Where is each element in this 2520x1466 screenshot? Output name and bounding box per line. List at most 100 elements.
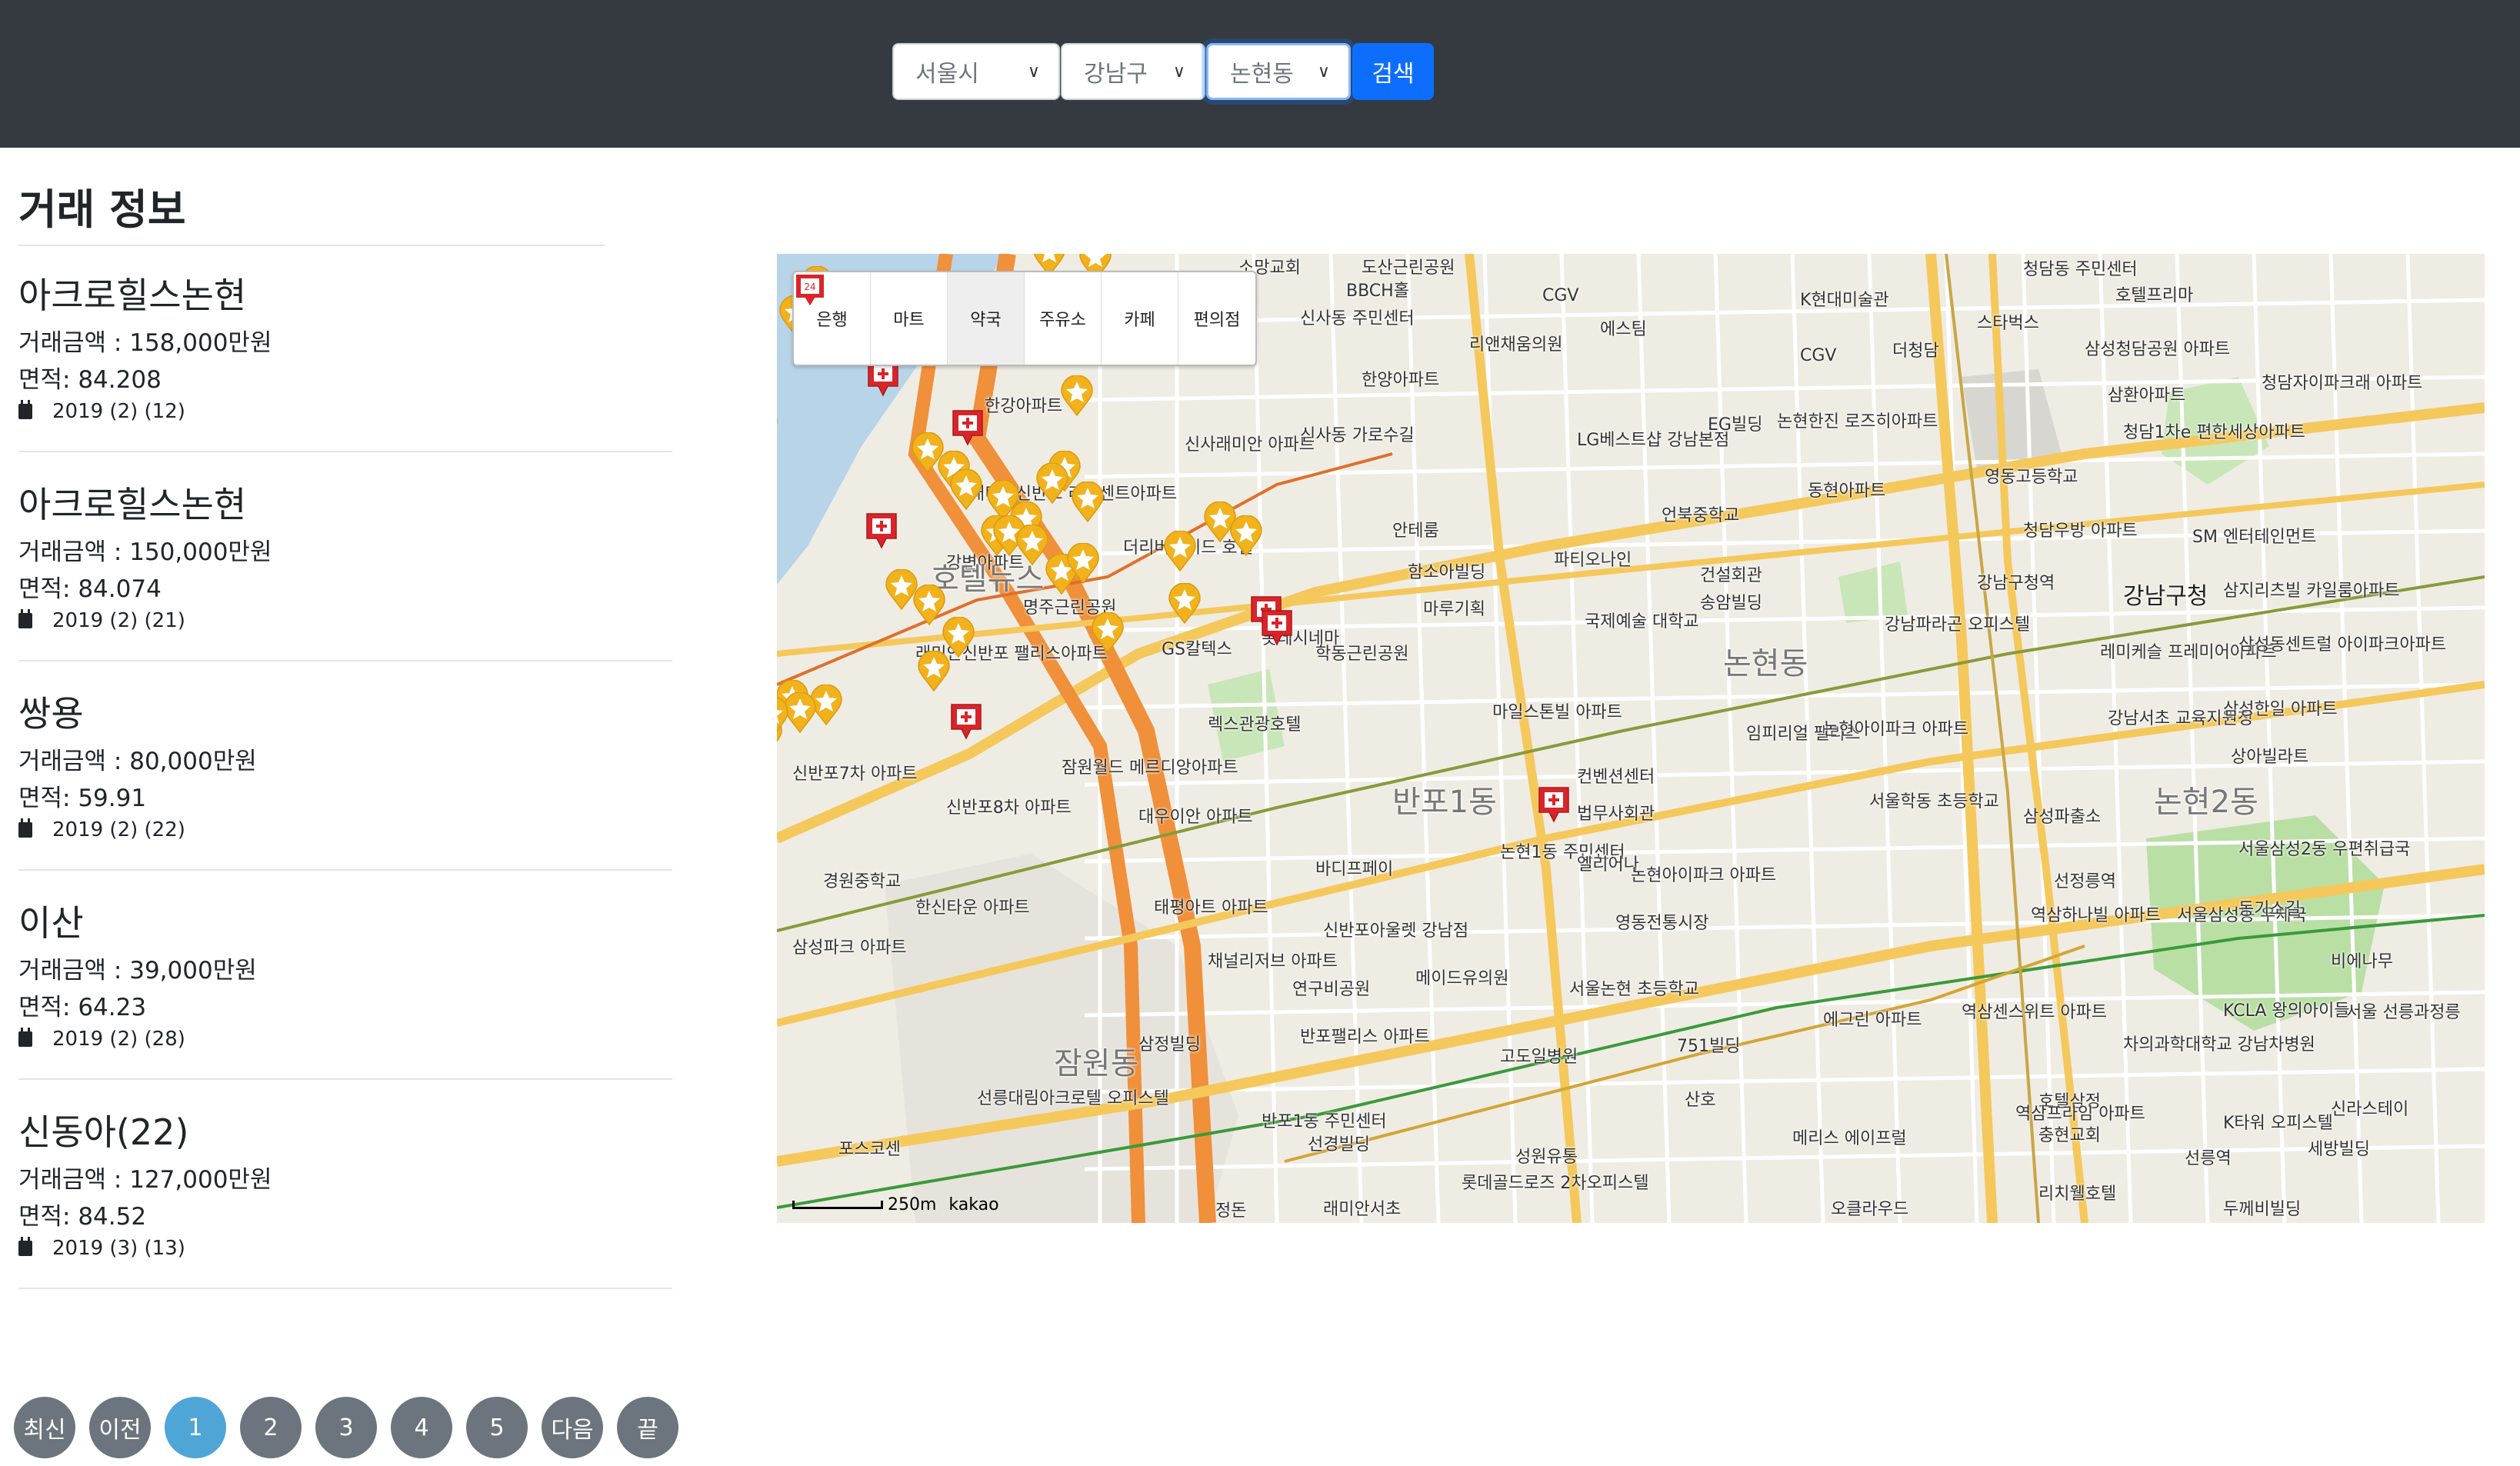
page-2-button[interactable]: 2 bbox=[240, 1397, 302, 1458]
deal-item[interactable]: 아크로힐스논현 거래금액 : 150,000만원 면적: 84.074 2019… bbox=[18, 477, 672, 686]
transaction-star-marker[interactable] bbox=[917, 651, 951, 692]
map-label: 법무사회관 bbox=[1577, 805, 1655, 824]
category-pharmacy[interactable]: 약국 bbox=[796, 272, 1025, 365]
map-label: 세방빌딩 bbox=[2308, 1140, 2370, 1159]
map-label: 삼성한일 아파트 bbox=[2223, 700, 2338, 719]
map-label: 에스팀 bbox=[1600, 320, 1647, 339]
map-label: 논현아이파크 아파트 bbox=[1823, 720, 1969, 739]
top-navbar: 서울시 ∨ 강남구 ∨ 논현동 ∨ 검색 bbox=[0, 0, 2520, 148]
calendar-icon bbox=[18, 1237, 32, 1256]
map-label: 서울학동 초등학교 bbox=[1869, 792, 1999, 811]
category-mart[interactable]: 마트 bbox=[796, 272, 948, 365]
page-prev-button[interactable]: 이전 bbox=[89, 1397, 151, 1458]
deal-name: 아크로힐스논현 bbox=[18, 275, 247, 316]
deal-item[interactable]: 이산 거래금액 : 39,000만원 면적: 64.23 2019 (2) (2… bbox=[18, 895, 672, 1104]
transaction-star-marker[interactable] bbox=[1168, 583, 1202, 625]
transaction-star-marker[interactable] bbox=[777, 697, 789, 738]
map-label: 연구비공원 bbox=[1292, 980, 1371, 999]
pharmacy-marker[interactable] bbox=[1261, 609, 1293, 646]
map-provider-logo: kakao bbox=[948, 1195, 999, 1214]
deal-item[interactable]: 아크로힐스논현 거래금액 : 158,000만원 면적: 84.208 2019… bbox=[18, 268, 672, 477]
category-label: 은행 bbox=[816, 311, 848, 330]
map-label: 삼성파크 아파트 bbox=[792, 938, 907, 958]
gu-select[interactable]: 강남구 ∨ bbox=[1061, 43, 1205, 100]
transaction-star-marker[interactable] bbox=[1035, 463, 1069, 505]
district-label: 논현2동 bbox=[2154, 785, 2258, 820]
category-gas-station[interactable]: 주유소 bbox=[796, 272, 1102, 365]
map-label: K현대미술관 bbox=[1800, 291, 1889, 310]
page-3-button[interactable]: 3 bbox=[315, 1397, 377, 1458]
transaction-star-marker[interactable] bbox=[1060, 375, 1094, 417]
map-label: 더청담 bbox=[1892, 342, 1939, 361]
map-label: EG빌딩 bbox=[1708, 415, 1763, 435]
page-4-button[interactable]: 4 bbox=[391, 1397, 452, 1458]
map-label: 비에나무 bbox=[2331, 952, 2393, 971]
map-label: 언북중학교 bbox=[1662, 506, 1740, 525]
map-label: 신라스테이 bbox=[2331, 1100, 2409, 1119]
deal-date-row: 2019 (2) (12) bbox=[18, 400, 185, 423]
map-view[interactable]: 소망교회 도산근린공원 청담동 주민센터 호텔프리마 BBCH홀 CGV K현대… bbox=[777, 254, 2485, 1223]
transaction-star-marker[interactable] bbox=[1163, 531, 1197, 572]
category-label: 카페 bbox=[1124, 311, 1155, 330]
transaction-star-marker[interactable] bbox=[1091, 612, 1125, 654]
pharmacy-marker[interactable] bbox=[952, 409, 984, 446]
map-label: 신사동 가로수길 bbox=[1300, 426, 1415, 445]
map-label: 고도일병원 bbox=[1500, 1048, 1578, 1067]
map-label: 서울 선릉과정릉 bbox=[2346, 1003, 2461, 1022]
deal-name: 신동아(22) bbox=[18, 1111, 189, 1153]
map-label: 도산근린공원 bbox=[1362, 258, 1455, 278]
transaction-star-marker[interactable] bbox=[777, 406, 778, 448]
page-last-button[interactable]: 끝 bbox=[617, 1397, 678, 1458]
map-label: 삼정빌딩 bbox=[1138, 1035, 1201, 1055]
map-label: 삼성청담공원 아파트 bbox=[2085, 340, 2231, 359]
page-first-button[interactable]: 최신 bbox=[14, 1397, 75, 1458]
map-label: 동기소길 bbox=[2238, 900, 2301, 919]
deal-date-row: 2019 (3) (13) bbox=[18, 1237, 185, 1260]
dong-select-value: 논현동 bbox=[1230, 61, 1294, 88]
deal-date-row: 2019 (2) (22) bbox=[18, 818, 185, 841]
convenience-store-icon: 24 bbox=[796, 275, 824, 305]
panel-title: 거래 정보 bbox=[18, 185, 186, 234]
map-label: 강남구청역 bbox=[1977, 574, 2055, 593]
page-next-button[interactable]: 다음 bbox=[542, 1397, 603, 1458]
map-label: 청담우방 아파트 bbox=[2023, 521, 2138, 541]
map-label: 삼성파출소 bbox=[2023, 808, 2102, 827]
page-1-button[interactable]: 1 bbox=[165, 1397, 226, 1458]
chevron-down-icon: ∨ bbox=[1317, 62, 1330, 82]
transaction-star-marker[interactable] bbox=[1066, 543, 1100, 585]
transaction-star-marker[interactable] bbox=[1229, 515, 1263, 557]
city-select[interactable]: 서울시 ∨ bbox=[892, 43, 1060, 100]
map-label: 동현아파트 bbox=[1808, 481, 1886, 501]
map-label: 에그린 아파트 bbox=[1823, 1011, 1922, 1030]
pharmacy-marker[interactable] bbox=[950, 703, 982, 740]
map-label: 751빌딩 bbox=[1677, 1037, 1741, 1056]
map-label: 한양아파트 bbox=[1362, 371, 1440, 390]
map-label: 함소아빌딩 bbox=[1408, 563, 1486, 582]
transaction-star-marker[interactable] bbox=[949, 469, 983, 511]
category-convenience-store[interactable]: 24 편의점 bbox=[796, 272, 1255, 365]
map-label: 역삼센스위트 아파트 bbox=[1962, 1003, 2108, 1022]
deal-item[interactable]: 쌍용 거래금액 : 80,000만원 면적: 59.91 2019 (2) (2… bbox=[18, 686, 672, 895]
deal-item[interactable]: 신동아(22) 거래금액 : 127,000만원 면적: 84.52 2019 … bbox=[18, 1104, 672, 1314]
svg-text:24: 24 bbox=[804, 282, 815, 292]
map-label: 영동고등학교 bbox=[1985, 468, 2078, 487]
map-label: 신반포7차 아파트 bbox=[792, 765, 918, 784]
pharmacy-marker[interactable] bbox=[865, 512, 898, 549]
map-label: 파티오나인 bbox=[1554, 551, 1632, 570]
category-cafe[interactable]: 카페 bbox=[796, 272, 1178, 365]
map-label: CGV bbox=[1542, 286, 1579, 305]
map-label: 한신타운 아파트 bbox=[915, 898, 1030, 918]
page-5-button[interactable]: 5 bbox=[466, 1397, 528, 1458]
transaction-star-marker[interactable] bbox=[1071, 481, 1105, 523]
map-label: 롯데골드로즈 2차오피스텔 bbox=[1462, 1174, 1649, 1193]
district-label: 논현동 bbox=[1723, 646, 1808, 681]
map-label: 청담1차e 편한세상아파트 bbox=[2123, 423, 2305, 442]
district-label: 잠원동 bbox=[1054, 1046, 1139, 1081]
map-label: 신사래미안 아파트 bbox=[1185, 435, 1315, 455]
dong-select[interactable]: 논현동 ∨ bbox=[1206, 43, 1351, 100]
pharmacy-marker[interactable] bbox=[1538, 786, 1570, 823]
map-label: CGV bbox=[1800, 346, 1837, 365]
search-button[interactable]: 검색 bbox=[1352, 43, 1434, 100]
map-label: 렉스관광호텔 bbox=[1208, 715, 1302, 735]
map-label: 오클라우드 bbox=[1831, 1200, 1909, 1219]
